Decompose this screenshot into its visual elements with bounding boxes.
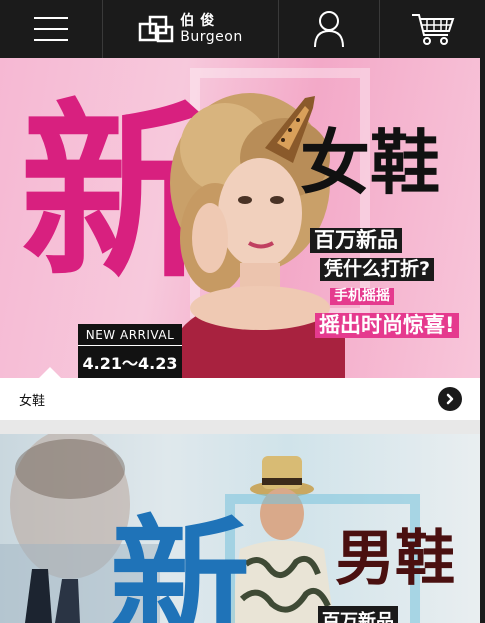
cart-icon — [411, 14, 454, 45]
new-arrival-badge: NEW ARRIVAL 4.21～4.23 — [78, 324, 182, 378]
brand-logo-link[interactable]: 伯俊 Burgeon — [103, 0, 279, 58]
section-divider — [0, 420, 480, 434]
banner-subtitle: 百万新品 — [318, 606, 398, 623]
caption-arrow-button[interactable] — [438, 387, 462, 411]
banner-line-3: 手机摇摇 — [330, 288, 394, 306]
womens-shoes-banner[interactable]: 新 女鞋 百万新品 凭什么打折? 手机摇摇 摇出时尚惊喜! NEW ARRIVA… — [0, 58, 480, 378]
mens-shoes-banner[interactable]: 新 男鞋 百万新品 — [0, 434, 480, 623]
chevron-right-icon — [446, 393, 454, 405]
cart-button[interactable] — [380, 0, 485, 58]
menu-icon — [34, 17, 68, 41]
scrollbar-edge — [480, 58, 485, 623]
logo-en-text: Burgeon — [180, 29, 243, 45]
womens-shoes-caption[interactable]: 女鞋 — [0, 378, 480, 420]
banner-line-2: 凭什么打折? — [320, 258, 435, 281]
top-nav-bar: 伯俊 Burgeon — [0, 0, 485, 59]
new-arrival-dates: 4.21～4.23 — [82, 354, 178, 373]
banner-line-1: 百万新品 — [310, 228, 402, 254]
page: 伯俊 Burgeon 新 女鞋 百万新品 凭什么打折? 手机摇摇 摇出时尚惊喜!… — [0, 0, 485, 623]
user-icon — [314, 11, 344, 48]
logo-cn-text: 伯俊 — [180, 13, 221, 29]
banner-title: 女鞋 — [300, 121, 440, 204]
banner-line-4: 摇出时尚惊喜! — [315, 313, 459, 339]
menu-button[interactable] — [0, 0, 103, 58]
user-button[interactable] — [279, 0, 380, 58]
pointer-triangle — [38, 367, 62, 378]
banner-big-char: 新 — [110, 502, 251, 623]
new-arrival-label: NEW ARRIVAL — [78, 328, 182, 346]
banner-title: 男鞋 — [335, 524, 455, 594]
brand-logo-icon — [139, 15, 174, 43]
caption-label: 女鞋 — [19, 394, 46, 409]
brand-logo: 伯俊 Burgeon — [138, 14, 242, 44]
